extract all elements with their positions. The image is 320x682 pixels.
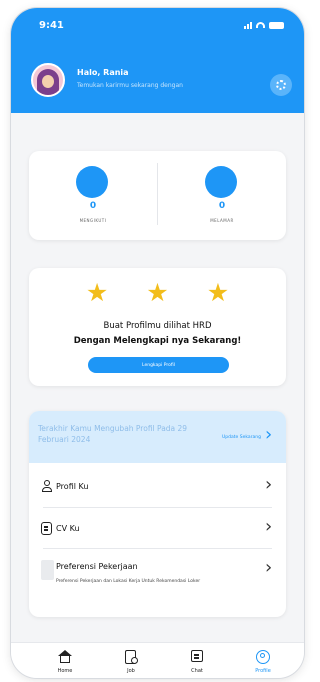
bottom-nav: Home Job Chat Profile <box>11 642 304 678</box>
status-icons <box>244 21 284 29</box>
stat-following-label: MENGIKUTI <box>79 218 107 223</box>
avatar-face <box>42 75 54 88</box>
menu-item-label: CV Ku <box>56 524 80 533</box>
stat-applied-value: 0 <box>218 201 226 211</box>
menu-item-label: Preferensi Pekerjaan <box>56 562 138 571</box>
stat-applied-label: MELAMAR <box>210 218 234 223</box>
preferences-icon <box>41 560 54 580</box>
nav-label: Job <box>127 668 135 674</box>
battery-icon <box>269 21 284 29</box>
notice-text: Terakhir Kamu Mengubah Profil Pada 29 Fe… <box>38 424 188 444</box>
promo-text-line1: Buat Profilmu dilihat HRD <box>103 321 212 331</box>
signal-icon <box>244 21 252 29</box>
stat-following-circle <box>76 166 108 198</box>
chat-icon <box>189 650 205 664</box>
chevron-right-icon: › <box>265 557 273 578</box>
star-icon: ★ <box>206 278 230 307</box>
complete-profile-button[interactable]: Lengkapi Profil <box>88 357 229 373</box>
wifi-icon <box>256 22 265 28</box>
phone-frame: 9:41 Halo, Rania Temukan karirmu sekaran… <box>11 8 304 678</box>
settings-button[interactable] <box>270 74 292 96</box>
stat-following-value: 0 <box>89 201 97 211</box>
avatar[interactable] <box>31 63 65 97</box>
chevron-right-icon: › <box>265 516 273 537</box>
star-icon: ★ <box>85 278 109 307</box>
gear-icon <box>276 80 286 90</box>
nav-label: Profile <box>255 668 271 674</box>
greeting-subtitle: Temukan karirmu sekarang dengan <box>77 82 183 89</box>
job-search-icon <box>123 650 139 664</box>
promo-text-line2: Dengan Melengkapi nya Sekarang! <box>73 336 242 346</box>
stats-card: 0 MENGIKUTI 0 MELAMAR <box>29 151 286 240</box>
nav-label: Home <box>57 668 73 674</box>
star-icon: ★ <box>146 278 169 307</box>
complete-profile-card: ★ ★ ★ Buat Profilmu dilihat HRD Dengan M… <box>29 268 286 386</box>
update-now-link[interactable]: Update Sekarang <box>222 435 261 440</box>
greeting: Halo, Rania <box>77 68 129 77</box>
nav-home[interactable]: Home <box>45 643 85 678</box>
star-rating: ★ ★ ★ <box>29 280 286 306</box>
stat-applied[interactable]: 0 MELAMAR <box>158 151 286 240</box>
stat-following[interactable]: 0 MENGIKUTI <box>29 151 157 240</box>
stat-applied-circle <box>205 166 237 198</box>
nav-profile[interactable]: Profile <box>243 643 283 678</box>
menu-item-cv[interactable]: CV Ku › <box>29 508 286 548</box>
menu-item-subtitle: Preferensi Pekerjaan dan Lokasi Kerja Un… <box>56 579 201 584</box>
nav-label: Chat <box>191 668 203 674</box>
chevron-right-icon: › <box>265 474 273 495</box>
nav-job[interactable]: Job <box>111 643 151 678</box>
menu-item-profile[interactable]: Profil Ku › <box>29 467 286 507</box>
menu-item-label: Profil Ku <box>56 482 89 491</box>
home-icon <box>57 650 73 664</box>
person-icon <box>41 480 53 492</box>
nav-chat[interactable]: Chat <box>177 643 217 678</box>
profile-header: 9:41 Halo, Rania Temukan karirmu sekaran… <box>11 8 304 113</box>
profile-icon <box>255 650 271 664</box>
document-icon <box>41 522 52 535</box>
status-time: 9:41 <box>39 20 64 31</box>
menu-item-preferences[interactable]: Preferensi Pekerjaan Preferensi Pekerjaa… <box>29 549 286 615</box>
chevron-right-icon: › <box>265 424 273 445</box>
profile-menu-card: Terakhir Kamu Mengubah Profil Pada 29 Fe… <box>29 411 286 617</box>
update-notice[interactable]: Terakhir Kamu Mengubah Profil Pada 29 Fe… <box>29 411 286 463</box>
